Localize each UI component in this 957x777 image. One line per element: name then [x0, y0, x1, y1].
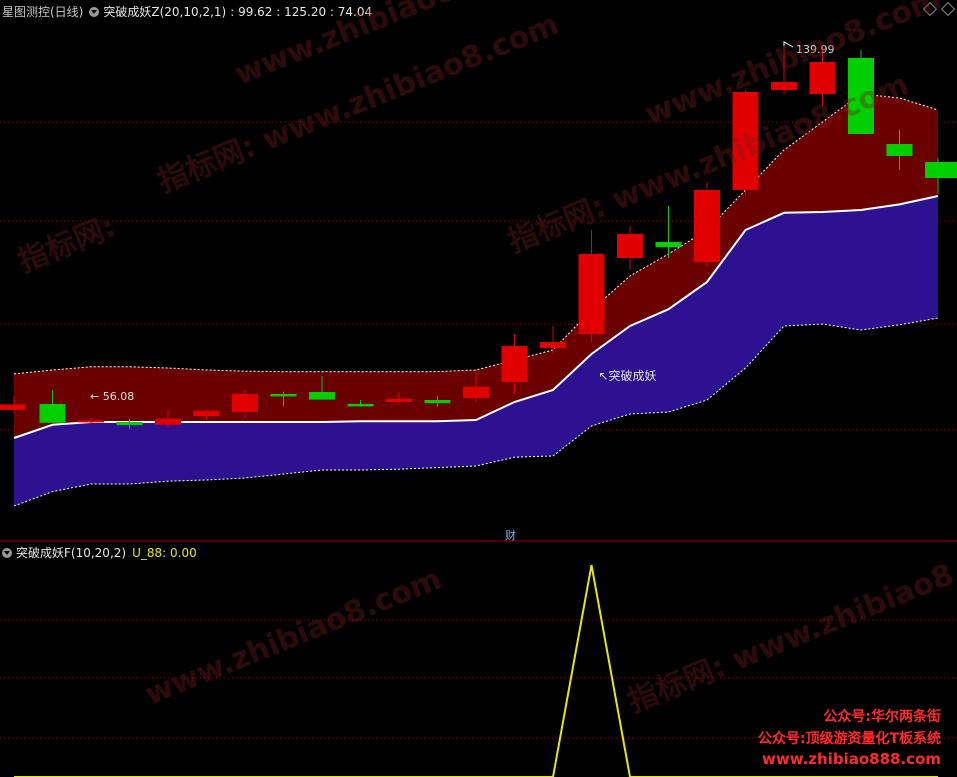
sub-indicator-name[interactable]: 突破成妖F(10,20,2) [16, 544, 126, 561]
divider-label[interactable]: 财 [505, 527, 516, 543]
candle-body [848, 58, 874, 134]
diamond-icon[interactable] [922, 1, 938, 17]
bottom-header: 突破成妖F(10,20,2) U_88: 0.00 [0, 544, 197, 561]
dropdown-icon[interactable] [89, 6, 100, 17]
promo-line-2: 公众号:顶级游资量化T板系统 [757, 731, 941, 747]
candle-body [501, 346, 528, 382]
top-header: 星图测控(日线) 突破成妖Z(20,10,2,1) : 99.62 : 125.… [2, 3, 372, 20]
signal-label: ↖突破成妖 [599, 368, 657, 383]
candle-body [0, 404, 25, 410]
candle-body [155, 418, 181, 425]
indicator-name[interactable]: 突破成妖Z(20,10,2,1) [103, 3, 226, 20]
diamond-icon[interactable] [940, 1, 956, 17]
lower-band-area [14, 196, 938, 506]
low-price-label: ← 56.08 [90, 390, 134, 403]
dropdown-icon[interactable] [2, 547, 12, 558]
candle-body [424, 400, 451, 404]
indicator-values: : 99.62 : 125.20 : 74.04 [230, 4, 373, 19]
app-title: 星图测控(日线) [2, 5, 84, 19]
kline-chart[interactable]: 139.99 ← 56.08 ↖突破成妖 [0, 0, 957, 777]
candle-body [309, 392, 335, 400]
candle-body [886, 144, 913, 156]
candle-body [78, 420, 104, 423]
window-controls [922, 1, 956, 17]
candle-body [116, 422, 143, 426]
candle-body [925, 162, 957, 178]
candle-body [463, 386, 489, 398]
high-marker [783, 41, 794, 48]
high-price-label: 139.99 [796, 43, 835, 56]
candle-body [193, 410, 220, 416]
candle-body [578, 254, 605, 334]
candle-body [232, 394, 258, 412]
candle-body [809, 62, 836, 94]
candle-body [617, 234, 643, 258]
candle-body [39, 404, 66, 423]
sub-indicator-value: U_88: 0.00 [132, 545, 197, 560]
candle-body [655, 242, 682, 248]
candle-body [386, 398, 412, 402]
candle-body [771, 82, 797, 90]
candle-body [694, 190, 720, 262]
promo-line-1: 公众号:华尔两条街 [823, 709, 941, 725]
candle-body [347, 404, 374, 407]
candle-body [732, 92, 759, 190]
promo-line-3: www.zhibiao888.com [761, 750, 941, 768]
candle-body [540, 342, 566, 348]
candle-body [270, 394, 297, 397]
